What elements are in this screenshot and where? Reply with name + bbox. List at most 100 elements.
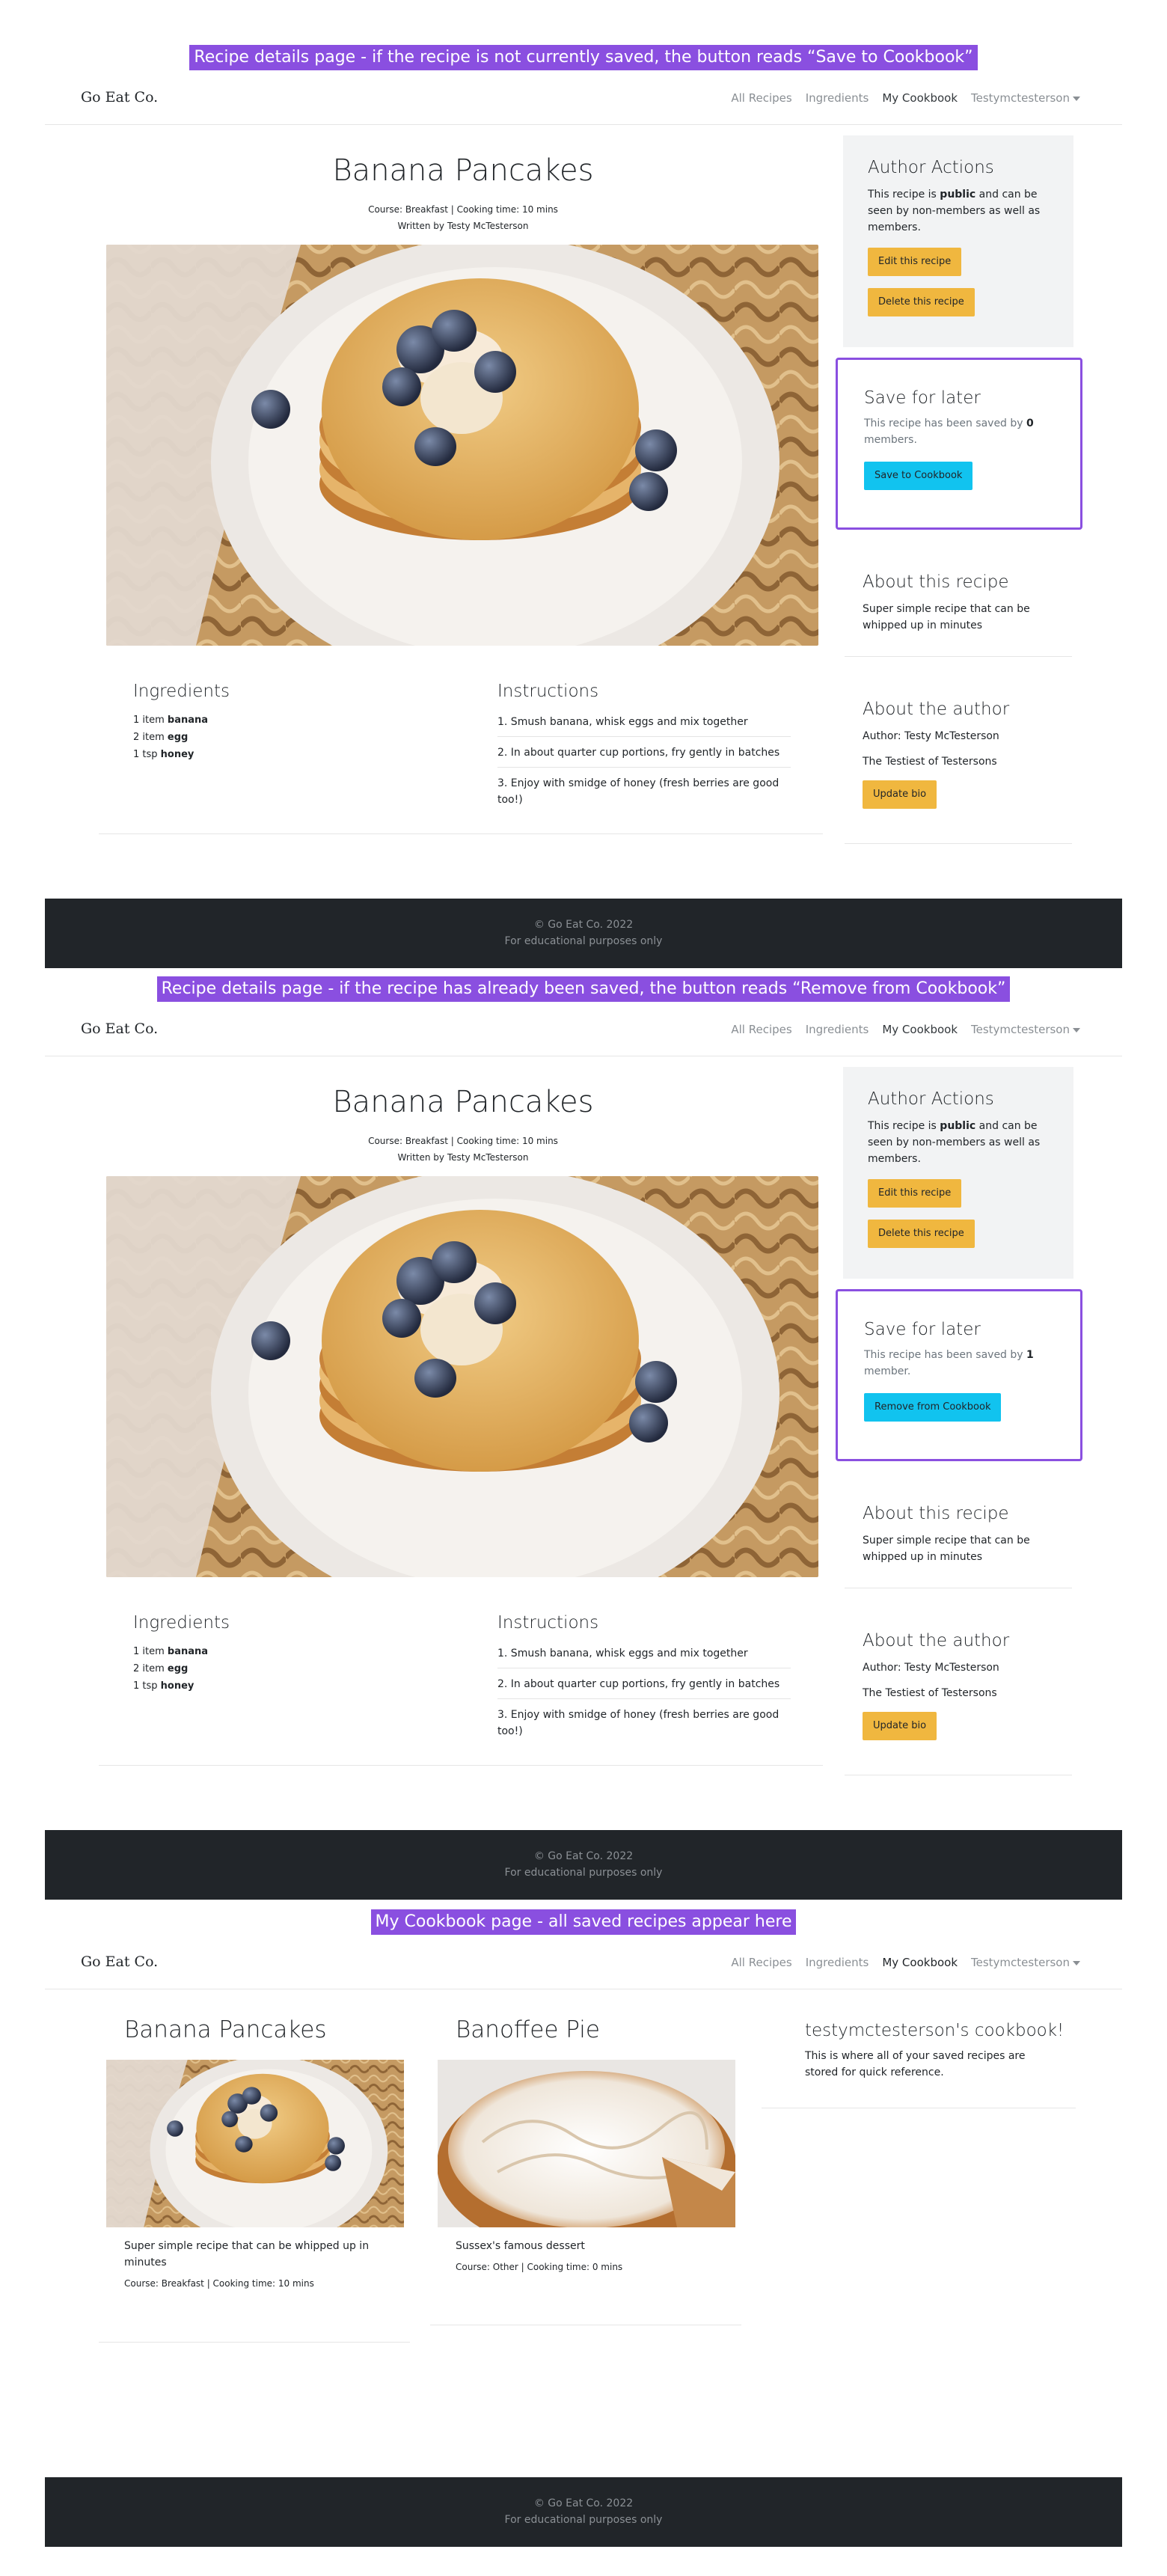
author-actions-heading: Author Actions <box>868 158 994 177</box>
footer: © Go Eat Co. 2022 For educational purpos… <box>45 1830 1122 1900</box>
cookbook-heading: testymctesterson's cookbook! <box>805 2021 1065 2040</box>
ingredient-name: banana <box>167 1646 209 1657</box>
text-part: member. <box>864 1365 911 1377</box>
ingredient-item: 1 item banana <box>133 712 208 729</box>
about-recipe-block: About this recipe Super simple recipe th… <box>845 572 1072 657</box>
footer: © Go Eat Co. 2022 For educational purpos… <box>45 2477 1122 2547</box>
visibility-value: public <box>940 189 976 201</box>
author-bio: The Testiest of Testersons <box>863 1687 997 1699</box>
recipe-title: Banana Pancakes <box>332 153 594 188</box>
nav-my-cookbook[interactable]: My Cookbook <box>882 1023 958 1036</box>
cookbook-info: testymctesterson's cookbook! This is whe… <box>787 2021 1079 2081</box>
caption-cookbook: My Cookbook page - all saved recipes app… <box>0 1909 1167 1935</box>
author-name: Author: Testy McTesterson <box>863 730 999 742</box>
save-heading: Save for later <box>864 388 981 408</box>
save-heading: Save for later <box>864 1320 981 1339</box>
edit-recipe-button[interactable]: Edit this recipe <box>868 248 962 276</box>
ingredient-name: honey <box>160 749 194 760</box>
save-to-cookbook-button[interactable]: Save to Cookbook <box>864 462 973 490</box>
instruction-step: 1. Smush banana, whisk eggs and mix toge… <box>497 1638 791 1668</box>
recipe-meta: Course: Breakfast | Cooking time: 10 min… <box>368 204 558 215</box>
visibility-value: public <box>940 1120 976 1132</box>
ingredient-name: honey <box>160 1680 194 1692</box>
instruction-step: 1. Smush banana, whisk eggs and mix toge… <box>497 706 791 737</box>
nav-ingredients[interactable]: Ingredients <box>806 1956 869 1969</box>
about-author-heading: About the author <box>863 700 1010 719</box>
footer-copyright: © Go Eat Co. 2022 <box>533 1850 634 1862</box>
about-recipe-heading: About this recipe <box>863 572 1009 592</box>
ingredient-qty: 2 item <box>133 732 168 743</box>
text-part: This recipe is <box>868 1120 940 1132</box>
author-actions-heading: Author Actions <box>868 1089 994 1109</box>
card-image[interactable] <box>106 2060 404 2227</box>
delete-recipe-button[interactable]: Delete this recipe <box>868 288 975 316</box>
user-name: Testymctesterson <box>971 1023 1070 1036</box>
ingredient-item: 1 tsp honey <box>133 746 208 763</box>
divider <box>99 1765 823 1766</box>
recipe-meta: Course: Breakfast | Cooking time: 10 min… <box>368 1136 558 1146</box>
nav-user-dropdown[interactable]: Testymctesterson <box>971 91 1080 105</box>
chevron-down-icon <box>1073 96 1080 101</box>
author-actions-panel: Author Actions This recipe is public and… <box>843 135 1073 347</box>
delete-recipe-button[interactable]: Delete this recipe <box>868 1220 975 1248</box>
nav-my-cookbook[interactable]: My Cookbook <box>882 1956 958 1969</box>
recipe-card[interactable]: Banoffee Pie Sussex's famous dessert Cou… <box>438 2016 735 2272</box>
footer-copyright: © Go Eat Co. 2022 <box>533 919 634 931</box>
text-part: This recipe has been saved by <box>864 1349 1027 1361</box>
ingredient-item: 2 item egg <box>133 729 208 746</box>
recipe-title: Banana Pancakes <box>332 1085 594 1119</box>
about-recipe-block: About this recipe Super simple recipe th… <box>845 1504 1072 1588</box>
brand-logo[interactable]: Go Eat Co. <box>81 1021 158 1037</box>
caption-text: Recipe details page - if the recipe has … <box>156 976 1011 1002</box>
nav-all-recipes[interactable]: All Recipes <box>731 1023 791 1036</box>
visibility-text: This recipe is public and can be seen by… <box>868 186 1049 236</box>
nav-ingredients[interactable]: Ingredients <box>806 1023 869 1036</box>
footer-note: For educational purposes only <box>504 1867 663 1879</box>
about-author-block: About the author Author: Testy McTesters… <box>845 1631 1072 1775</box>
caption-saved: Recipe details page - if the recipe has … <box>0 976 1167 1002</box>
nav-all-recipes[interactable]: All Recipes <box>731 1956 791 1969</box>
update-bio-button[interactable]: Update bio <box>863 1712 937 1740</box>
recipe-card[interactable]: Banana Pancakes Super simple recipe that… <box>106 2016 404 2289</box>
text-part: This recipe is <box>868 189 940 201</box>
nav-my-cookbook[interactable]: My Cookbook <box>882 91 958 105</box>
footer-note: For educational purposes only <box>504 2514 663 2526</box>
divider <box>845 843 1072 844</box>
about-author-heading: About the author <box>863 1631 1010 1650</box>
saved-count-text: This recipe has been saved by 0 members. <box>864 415 1051 448</box>
instructions-heading: Instructions <box>497 682 599 701</box>
update-bio-button[interactable]: Update bio <box>863 780 937 809</box>
card-title[interactable]: Banoffee Pie <box>438 2016 735 2043</box>
recipe-page-unsaved: Go Eat Co. All Recipes Ingredients My Co… <box>45 74 1122 968</box>
recipe-image <box>106 245 818 646</box>
chevron-down-icon <box>1073 1027 1080 1032</box>
nav-ingredients[interactable]: Ingredients <box>806 91 869 105</box>
nav-all-recipes[interactable]: All Recipes <box>731 91 791 105</box>
nav-user-dropdown[interactable]: Testymctesterson <box>971 1023 1080 1036</box>
user-name: Testymctesterson <box>971 1956 1070 1969</box>
saved-count: 0 <box>1026 417 1034 429</box>
card-meta: Course: Breakfast | Cooking time: 10 min… <box>124 2278 314 2289</box>
ingredient-name: banana <box>167 715 209 726</box>
nav-links: All Recipes Ingredients My Cookbook Test… <box>731 1023 1080 1036</box>
navbar: Go Eat Co. All Recipes Ingredients My Co… <box>45 74 1122 125</box>
navbar: Go Eat Co. All Recipes Ingredients My Co… <box>45 1939 1122 1989</box>
instruction-step: 3. Enjoy with smidge of honey (fresh ber… <box>497 1709 779 1737</box>
brand-logo[interactable]: Go Eat Co. <box>81 89 158 105</box>
nav-user-dropdown[interactable]: Testymctesterson <box>971 1956 1080 1969</box>
chevron-down-icon <box>1073 1960 1080 1965</box>
card-image[interactable] <box>438 2060 735 2227</box>
edit-recipe-button[interactable]: Edit this recipe <box>868 1179 962 1208</box>
card-title[interactable]: Banana Pancakes <box>106 2016 404 2043</box>
brand-logo[interactable]: Go Eat Co. <box>81 1954 158 1970</box>
text-part: members. <box>864 434 917 446</box>
footer-note: For educational purposes only <box>504 935 663 947</box>
nav-links: All Recipes Ingredients My Cookbook Test… <box>731 91 1080 105</box>
remove-from-cookbook-button[interactable]: Remove from Cookbook <box>864 1393 1002 1422</box>
my-cookbook-page: Go Eat Co. All Recipes Ingredients My Co… <box>45 1939 1122 2552</box>
ingredients-list: 1 item banana 2 item egg 1 tsp honey <box>133 712 208 763</box>
about-recipe-heading: About this recipe <box>863 1504 1009 1523</box>
author-name: Author: Testy McTesterson <box>863 1662 999 1674</box>
instruction-step: 2. In about quarter cup portions, fry ge… <box>497 737 791 768</box>
instructions-list: 1. Smush banana, whisk eggs and mix toge… <box>497 1638 791 1746</box>
